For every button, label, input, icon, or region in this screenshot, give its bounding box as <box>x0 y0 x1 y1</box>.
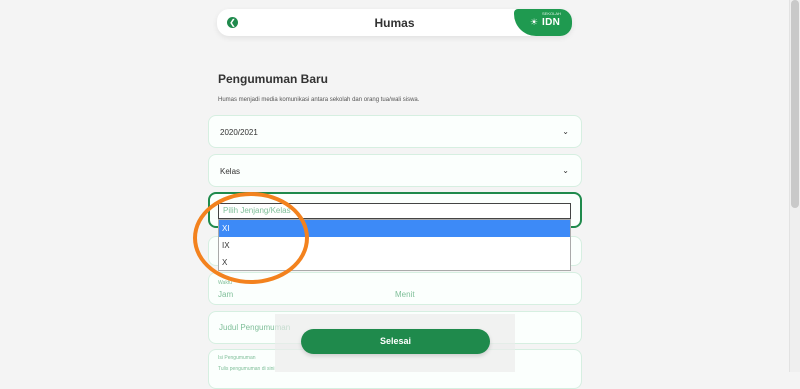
sun-icon: ☀ <box>529 17 539 27</box>
section-description: Humas menjadi media komunikasi antara se… <box>218 97 420 103</box>
chevron-down-icon: ⌄ <box>562 127 569 136</box>
isi-label: Isi Pengumuman <box>218 355 256 361</box>
brand-name: IDN <box>542 17 561 28</box>
tahun-ajaran-select[interactable]: 2020/2021 ⌄ <box>208 115 582 148</box>
kelas-value: Kelas <box>220 167 241 176</box>
jenjang-dropdown: XI IX X <box>218 219 571 271</box>
chevron-down-icon: ⌄ <box>562 166 569 175</box>
menit-input[interactable]: Menit <box>395 290 415 299</box>
tahun-ajaran-value: 2020/2021 <box>220 128 258 137</box>
section-title: Pengumuman Baru <box>218 72 329 86</box>
jenjang-search-input[interactable]: Pilih Jenjang/Kelas <box>218 203 571 219</box>
kelas-select[interactable]: Kelas ⌄ <box>208 154 582 187</box>
brand-tagline: SEKOLAH <box>542 11 561 16</box>
dropdown-option[interactable]: IX <box>219 237 570 254</box>
dropdown-option[interactable]: X <box>219 254 570 271</box>
header-bar: ❮ Humas SEKOLAH ☀ IDN <box>217 9 572 36</box>
waktu-label: Waktu <box>218 280 232 286</box>
waktu-field[interactable] <box>208 272 582 305</box>
isi-input[interactable]: Tulis pengumuman di sini <box>218 366 275 372</box>
scrollbar-thumb[interactable] <box>791 0 799 208</box>
page-scrollbar[interactable] <box>789 0 800 372</box>
selesai-button[interactable]: Selesai <box>301 329 490 354</box>
dropdown-option[interactable]: XI <box>219 220 570 237</box>
brand-logo: SEKOLAH ☀ IDN <box>514 9 572 36</box>
jam-input[interactable]: Jam <box>218 290 233 299</box>
